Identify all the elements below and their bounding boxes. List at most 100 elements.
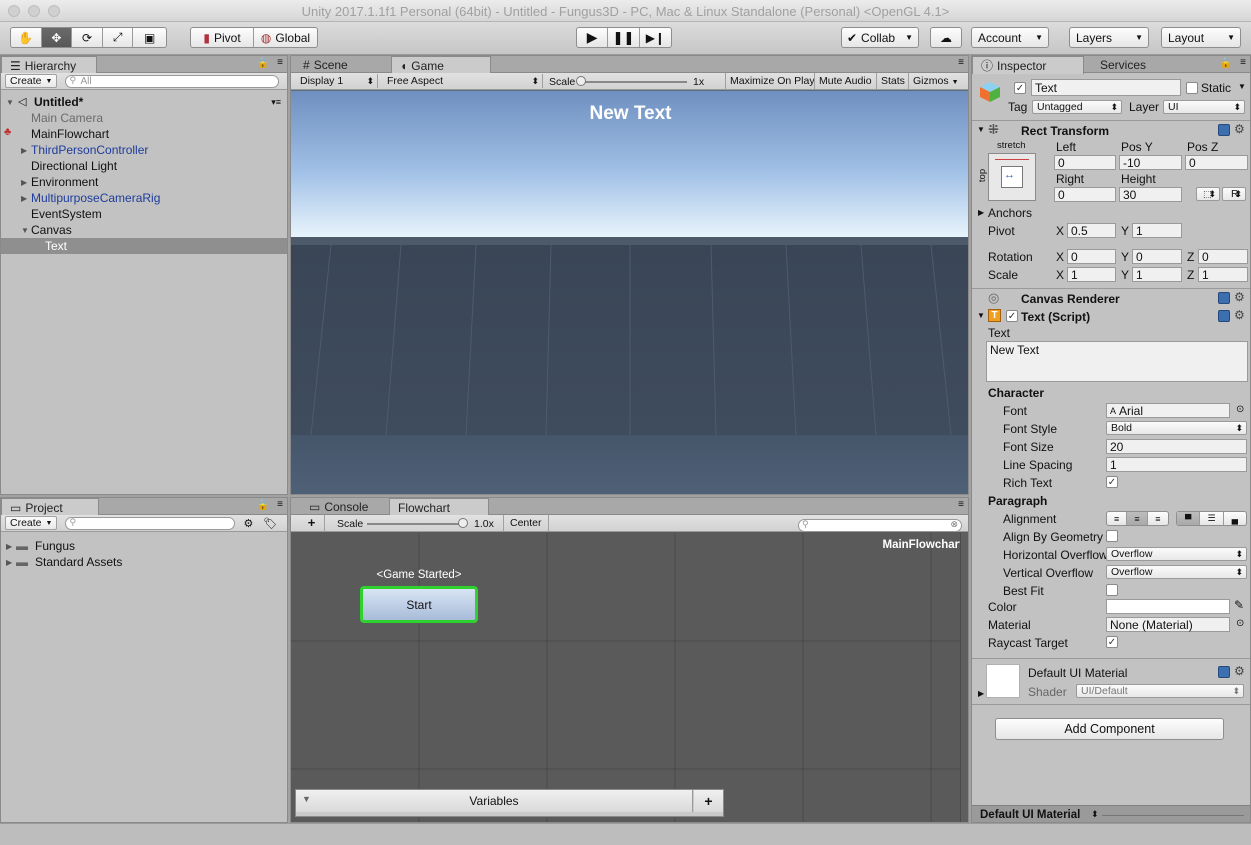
hierarchy-search-input[interactable]: ⚲ All <box>65 74 280 88</box>
hierarchy-create-button[interactable]: Create ▼ <box>5 74 58 88</box>
flowchart-canvas[interactable]: MainFlowchart <Game Started> Start ▼ Var… <box>291 533 968 822</box>
shader-dropdown[interactable]: UI/Default <box>1076 684 1244 698</box>
object-name-input[interactable]: Text <box>1031 79 1181 96</box>
cloud-button[interactable]: ☁ <box>930 27 962 48</box>
layers-dropdown[interactable]: Layers ▼ <box>1069 27 1149 48</box>
align-top-button[interactable]: ▀ <box>1177 512 1201 525</box>
expand-arrow-icon[interactable]: ▶ <box>978 689 984 698</box>
scale-x-input[interactable]: 1 <box>1067 267 1116 282</box>
maximize-on-play-toggle[interactable]: Maximize On Play <box>725 73 819 89</box>
center-button[interactable]: Center <box>503 515 549 531</box>
pivot-x-input[interactable]: 0.5 <box>1067 223 1116 238</box>
raw-edit-button[interactable]: R <box>1222 187 1246 201</box>
rich-text-checkbox[interactable]: ✓ <box>1106 476 1118 488</box>
add-component-button[interactable]: Add Component <box>995 718 1224 740</box>
active-checkbox[interactable]: ✓ <box>1014 82 1026 94</box>
tab-flowchart[interactable]: Flowchart <box>389 498 489 516</box>
aspect-dropdown[interactable]: Free Aspect <box>383 74 543 88</box>
expand-arrow-icon[interactable]: ▶ <box>6 539 12 555</box>
hierarchy-item-directional-light[interactable]: Directional Light <box>1 158 287 174</box>
tag-dropdown[interactable]: Untagged <box>1032 100 1122 114</box>
align-right-button[interactable]: ≡ <box>1148 512 1168 525</box>
expand-arrow-icon[interactable]: ▼ <box>6 95 14 111</box>
layout-dropdown[interactable]: Layout ▼ <box>1161 27 1241 48</box>
object-picker-icon[interactable]: ⊙ <box>1236 618 1244 629</box>
play-button[interactable]: ▶ <box>577 28 609 47</box>
rotation-y-input[interactable]: 0 <box>1132 249 1182 264</box>
expand-arrow-icon[interactable]: ▼ <box>21 223 29 239</box>
collapse-arrow-icon[interactable]: ▼ <box>977 125 985 134</box>
help-book-icon[interactable] <box>1218 310 1230 322</box>
rect-tool-button[interactable]: ▣ <box>133 28 166 47</box>
add-block-button[interactable]: + <box>299 515 325 531</box>
pivot-y-input[interactable]: 1 <box>1132 223 1182 238</box>
scale-slider-track[interactable] <box>367 523 465 525</box>
expand-arrow-icon[interactable]: ▶ <box>21 191 27 207</box>
mute-audio-toggle[interactable]: Mute Audio <box>814 73 876 89</box>
help-book-icon[interactable] <box>1218 292 1230 304</box>
text-script-header[interactable]: ▼ T ✓ Text (Script) ⚙ <box>972 307 1250 326</box>
expand-arrow-icon[interactable]: ▶ <box>978 208 984 217</box>
rotation-x-input[interactable]: 0 <box>1067 249 1116 264</box>
move-tool-button[interactable]: ✥ <box>41 28 73 47</box>
raycast-target-checkbox[interactable]: ✓ <box>1106 636 1118 648</box>
hierarchy-item-mainflowchart[interactable]: ♣ MainFlowchart <box>1 126 287 142</box>
chevron-updown-icon[interactable]: ⬍ <box>1091 809 1099 820</box>
panel-menu-icon[interactable]: ≡ <box>1240 57 1246 68</box>
rotate-tool-button[interactable]: ⟳ <box>72 28 103 47</box>
text-enabled-checkbox[interactable]: ✓ <box>1006 310 1018 322</box>
canvas-renderer-header[interactable]: ◎ Canvas Renderer ⚙ <box>972 288 1250 307</box>
color-swatch[interactable] <box>1106 599 1230 614</box>
align-middle-button[interactable]: ☰ <box>1200 512 1224 525</box>
align-bottom-button[interactable]: ▄ <box>1224 512 1246 525</box>
panel-menu-icon[interactable]: ≡ <box>958 57 964 68</box>
tab-inspector[interactable]: ⓘ Inspector <box>972 56 1084 74</box>
panel-menu-icon[interactable]: ≡ <box>958 499 964 510</box>
rect-transform-header[interactable]: ▼ ⁜ Rect Transform ⚙ <box>972 120 1250 139</box>
chevron-down-icon[interactable]: ▼ <box>1238 82 1246 91</box>
hierarchy-item-text[interactable]: Text <box>1 238 287 254</box>
clear-search-icon[interactable]: ⊗ <box>950 519 958 530</box>
posy-input[interactable]: -10 <box>1119 155 1182 170</box>
gear-icon[interactable]: ⚙ <box>1234 122 1245 136</box>
stats-toggle[interactable]: Stats <box>876 73 909 89</box>
collab-dropdown[interactable]: ✔ Collab ▼ <box>841 27 919 48</box>
gear-icon[interactable]: ⚙ <box>1234 308 1245 322</box>
vertical-overflow-dropdown[interactable]: Overflow <box>1106 565 1247 579</box>
flowchart-scrollbar[interactable] <box>960 533 968 822</box>
hand-tool-button[interactable]: ✋ <box>11 28 42 47</box>
layer-dropdown[interactable]: UI <box>1163 100 1245 114</box>
anchor-presets-button[interactable]: ↔ <box>988 153 1036 201</box>
scale-y-input[interactable]: 1 <box>1132 267 1182 282</box>
hierarchy-item-thirdpersoncontroller[interactable]: ▶ ThirdPersonController <box>1 142 287 158</box>
collapse-arrow-icon[interactable]: ▼ <box>302 794 311 804</box>
material-field[interactable]: None (Material) <box>1106 617 1230 632</box>
lock-icon[interactable]: 🔒 <box>257 58 269 69</box>
align-center-button[interactable]: ≡ <box>1127 512 1148 525</box>
hierarchy-item-main-camera[interactable]: Main Camera <box>1 110 287 126</box>
pause-button[interactable]: ❚❚ <box>608 28 640 47</box>
start-block[interactable]: Start <box>360 586 478 623</box>
lock-icon[interactable]: 🔒 <box>257 500 269 511</box>
expand-arrow-icon[interactable]: ▶ <box>21 175 27 191</box>
help-book-icon[interactable] <box>1218 666 1230 678</box>
tab-services[interactable]: Services <box>1092 56 1154 73</box>
left-input[interactable]: 0 <box>1054 155 1116 170</box>
expand-arrow-icon[interactable]: ▶ <box>21 143 27 159</box>
font-field[interactable]: A Arial <box>1106 403 1230 418</box>
scale-z-input[interactable]: 1 <box>1198 267 1248 282</box>
add-variable-button[interactable]: + <box>694 790 723 812</box>
height-input[interactable]: 30 <box>1119 187 1182 202</box>
eyedropper-icon[interactable]: ✎ <box>1234 598 1244 612</box>
font-style-dropdown[interactable]: Bold <box>1106 421 1247 435</box>
help-book-icon[interactable] <box>1218 124 1230 136</box>
horizontal-overflow-dropdown[interactable]: Overflow <box>1106 547 1247 561</box>
anchors-label[interactable]: Anchors <box>988 206 1032 220</box>
text-content-textarea[interactable]: New Text <box>986 341 1248 382</box>
scene-menu-icon[interactable]: ▾≡ <box>271 94 281 110</box>
scale-slider-handle[interactable] <box>458 518 468 528</box>
font-size-input[interactable]: 20 <box>1106 439 1247 454</box>
pivot-button[interactable]: ▮ Pivot <box>191 28 255 47</box>
gizmos-dropdown[interactable]: Gizmos ▼ <box>908 73 968 89</box>
tab-game[interactable]: ◖ Game <box>391 56 491 74</box>
